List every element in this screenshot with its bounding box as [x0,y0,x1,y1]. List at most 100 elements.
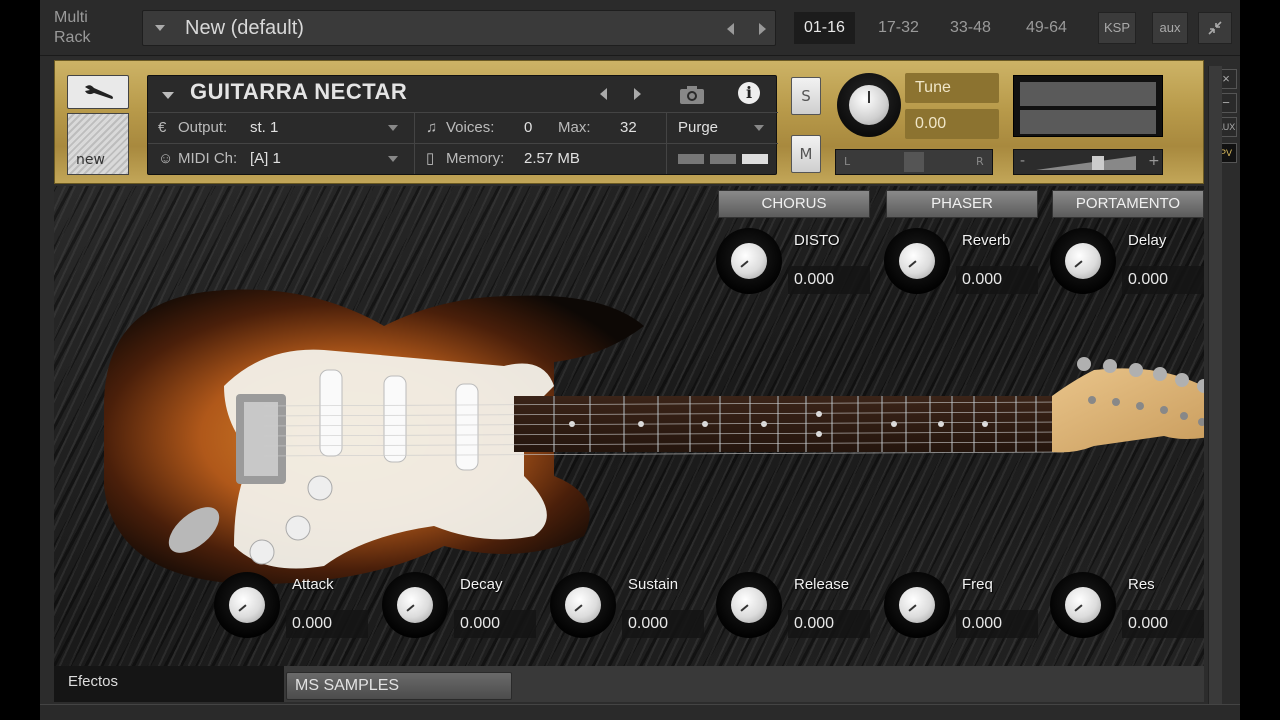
info-icon[interactable]: i [738,82,760,104]
next-rack-icon[interactable] [759,23,766,35]
purge-menu[interactable]: Purge [678,113,718,143]
level-meter-left [1020,82,1156,106]
output-dropdown-icon[interactable] [388,125,398,131]
previous-rack-icon[interactable] [727,23,734,35]
tab-page-01-16[interactable]: 01-16 [794,12,855,44]
tune-knob[interactable] [837,73,901,137]
max-voices-value[interactable]: 32 [620,113,637,143]
release-knob[interactable] [716,572,782,638]
chevron-down-icon [155,25,165,31]
instrument-header: new GUITARRA NECTAR i € Output: st. 1 ♫ [54,60,1237,184]
delay-knob[interactable] [1050,228,1116,294]
voices-value: 0 [524,119,533,136]
disto-value[interactable]: 0.000 [788,266,870,294]
output-row: € Output: st. 1 ♫ Voices: 0 Max: 32 Purg… [148,112,778,143]
midi-icon: ☺ [158,150,174,167]
memory-label: Memory: [446,150,505,167]
res-value[interactable]: 0.000 [1122,610,1204,638]
purge-indicator [742,154,768,164]
tab-page-33-48[interactable]: 33-48 [940,12,1001,44]
collapse-icon [1208,21,1222,35]
guitar-image [104,289,1204,585]
reverb-value[interactable]: 0.000 [956,266,1038,294]
output-icon: € [158,119,167,136]
disto-label: DISTO [794,232,840,249]
tab-efectos[interactable]: Efectos [54,666,284,702]
reverb-knob[interactable] [884,228,950,294]
new-label: new [76,152,105,168]
rack-name-selector[interactable]: New (default) [142,10,776,46]
purge-dropdown-icon[interactable] [754,125,764,131]
pan-slider[interactable]: L R [835,149,993,175]
ksp-button[interactable]: KSP [1098,12,1136,44]
previous-instrument-icon[interactable] [600,88,607,100]
level-meter-right [1020,110,1156,134]
res-label: Res [1128,576,1155,593]
memory-icon: ▯ [426,150,435,167]
decay-knob[interactable] [382,572,448,638]
mute-button[interactable]: M [791,135,821,173]
new-instrument-button[interactable]: new [67,113,129,175]
tab-page-49-64[interactable]: 49-64 [1016,12,1077,44]
purge-indicator [710,154,736,164]
instrument-name[interactable]: GUITARRA NECTAR [190,79,407,105]
tab-page-17-32[interactable]: 17-32 [868,12,929,44]
delay-value[interactable]: 0.000 [1122,266,1204,294]
freq-label: Freq [962,576,993,593]
reverb-label: Reverb [962,232,1011,249]
tune-value[interactable]: 0.00 [905,109,999,139]
attack-knob[interactable] [214,572,280,638]
sustain-value[interactable]: 0.000 [622,610,704,638]
sustain-knob[interactable] [550,572,616,638]
memory-value: 2.57 MB [524,150,580,167]
release-label: Release [794,576,850,593]
tab-ms-samples[interactable]: MS SAMPLES [286,672,512,700]
voices-label: Voices: [446,119,495,136]
camera-icon[interactable] [678,84,706,106]
multirack-label-line1: Multi [54,9,88,26]
instrument-panel: GUITARRA NECTAR i € Output: st. 1 ♫ Voic… [147,75,778,175]
tune-label: Tune [905,73,999,103]
purge-indicator [678,154,704,164]
midi-dropdown-icon[interactable] [388,156,398,162]
max-voices-label: Max: [558,119,591,136]
midi-row: ☺ MIDI Ch: [A] 1 ▯ Memory: 2.57 MB [148,143,778,174]
delay-label: Delay [1128,232,1167,249]
decay-label: Decay [460,576,503,593]
wrench-icon [85,85,113,99]
rack-scrollbar[interactable] [1208,66,1222,716]
pan-right-label: R [976,155,984,168]
pan-handle[interactable] [904,152,924,172]
midi-channel-value[interactable]: [A] 1 [250,144,281,174]
pan-left-label: L [844,155,851,168]
volume-slider[interactable]: - + [1013,149,1163,175]
res-knob[interactable] [1050,572,1116,638]
aux-button[interactable]: aux [1152,12,1188,44]
release-value[interactable]: 0.000 [788,610,870,638]
volume-minus: - [1020,153,1026,169]
attack-label: Attack [292,576,334,593]
portamento-button[interactable]: PORTAMENTO [1052,190,1204,218]
chorus-button[interactable]: CHORUS [718,190,870,218]
volume-plus: + [1148,153,1160,169]
chevron-down-icon[interactable] [162,92,174,99]
solo-button[interactable]: S [791,77,821,115]
next-instrument-icon[interactable] [634,88,641,100]
disto-knob[interactable] [716,228,782,294]
level-meter [1013,75,1163,137]
attack-value[interactable]: 0.000 [286,610,368,638]
kontakt-window: Multi Rack New (default) 01-16 17-32 33-… [40,0,1240,720]
phaser-button[interactable]: PHASER [886,190,1038,218]
output-label: Output: [178,119,228,136]
freq-value[interactable]: 0.000 [956,610,1038,638]
decay-value[interactable]: 0.000 [454,610,536,638]
multirack-header: Multi Rack New (default) 01-16 17-32 33-… [40,0,1240,56]
freq-knob[interactable] [884,572,950,638]
sustain-label: Sustain [628,576,679,593]
midi-channel-label: MIDI Ch: [178,150,238,167]
collapse-button[interactable] [1198,12,1232,44]
instrument-gui: CHORUS PHASER PORTAMENTO DISTO 0.000 Rev… [54,186,1204,666]
wrench-button[interactable] [67,75,129,109]
rack-name: New (default) [185,17,304,39]
output-value[interactable]: st. 1 [250,113,278,143]
